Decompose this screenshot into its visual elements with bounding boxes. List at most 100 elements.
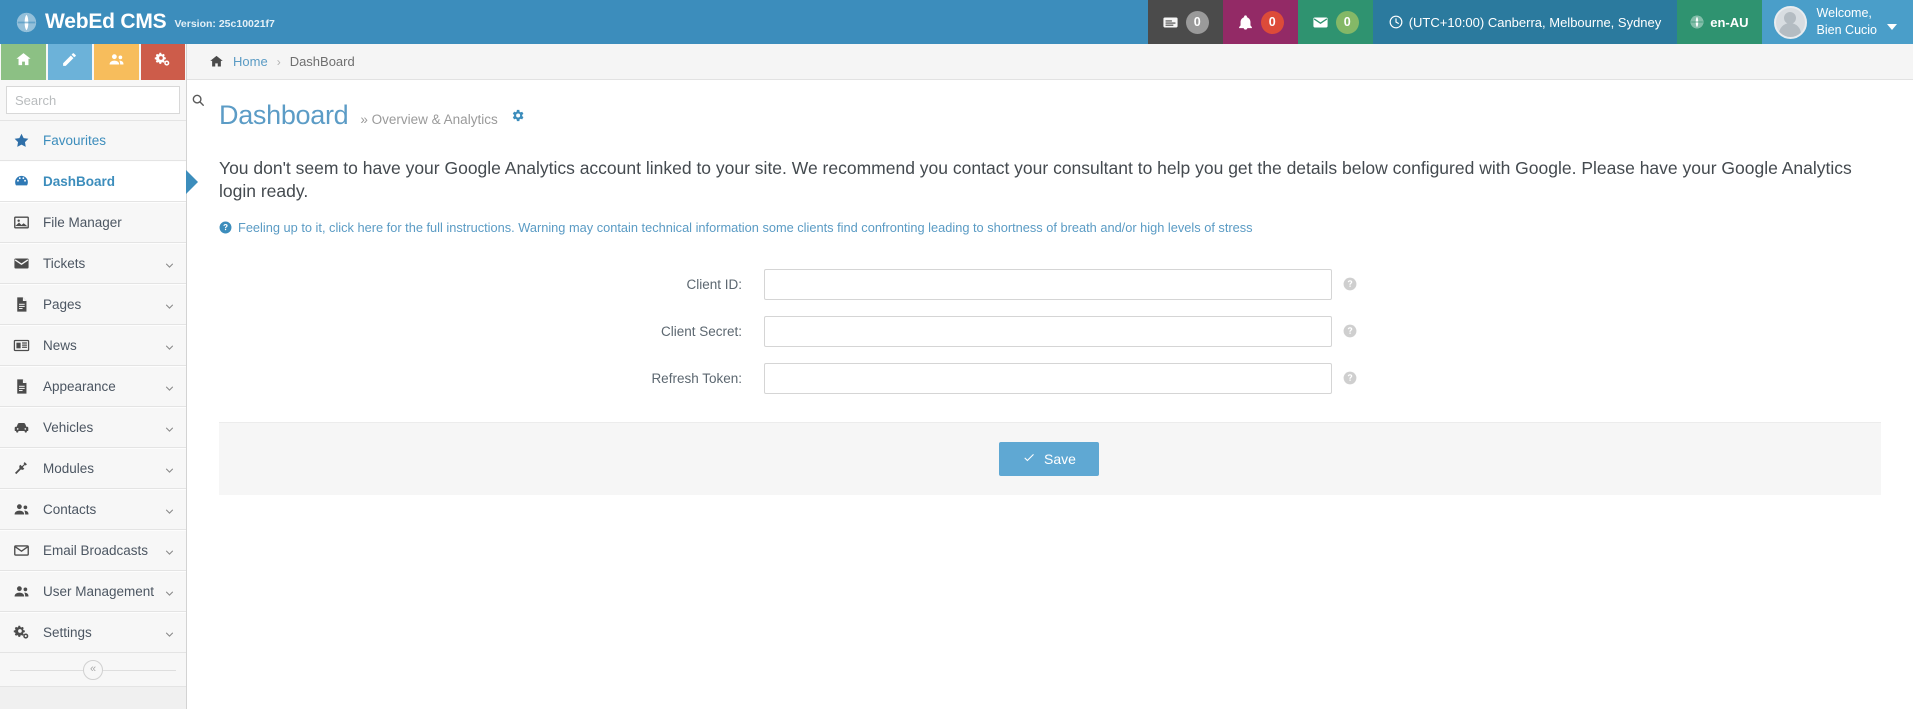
clock-icon [1389, 15, 1403, 29]
sidebar-item-settings[interactable]: Settings [0, 612, 186, 653]
globe-small-icon [1690, 15, 1704, 29]
image-icon [13, 214, 34, 231]
chevron-down-icon[interactable] [164, 627, 175, 638]
page-body: Dashboard » Overview & Analytics You don… [187, 80, 1913, 410]
chevron-down-icon [1887, 24, 1897, 30]
sidebar-item-label: News [43, 338, 164, 353]
search-icon[interactable] [191, 93, 205, 107]
save-panel: Save [219, 422, 1881, 495]
form-row-client-id: Client ID: [219, 269, 1881, 300]
breadcrumb-separator: › [277, 55, 281, 69]
sidebar-item-modules[interactable]: Modules [0, 448, 186, 489]
sidebar-item-user-management[interactable]: User Management [0, 571, 186, 612]
user-greeting: Welcome, [1817, 6, 1872, 20]
check-icon [1022, 451, 1036, 467]
quick-home-button[interactable] [1, 44, 46, 80]
timezone-display[interactable]: (UTC+10:00) Canberra, Melbourne, Sydney [1373, 0, 1678, 44]
sidebar-nav: Favourites DashBoardFile Manager Tickets Pa… [0, 120, 186, 653]
users-icon [13, 583, 34, 600]
quick-settings-button[interactable] [141, 44, 186, 80]
sidebar-item-label: Favourites [43, 133, 175, 148]
plug-icon [13, 460, 34, 477]
sidebar: Favourites DashBoardFile Manager Tickets Pa… [0, 44, 187, 709]
gear-icon[interactable] [510, 108, 525, 123]
cogs-icon [13, 624, 34, 641]
cogs-icon [154, 51, 171, 73]
tasks-button[interactable]: 0 [1148, 0, 1223, 44]
sidebar-item-label: Pages [43, 297, 164, 312]
chevron-down-icon[interactable] [164, 545, 175, 556]
sidebar-item-news[interactable]: News [0, 325, 186, 366]
search-input[interactable] [15, 93, 191, 108]
sidebar-item-vehicles[interactable]: Vehicles [0, 407, 186, 448]
sidebar-item-label: Contacts [43, 502, 164, 517]
sidebar-item-email-broadcasts[interactable]: Email Broadcasts [0, 530, 186, 571]
client-id-label: Client ID: [219, 277, 764, 292]
refresh-token-input[interactable] [764, 363, 1332, 394]
top-header-bar: WebEd CMS Version: 25c10021f7 0 0 0 [0, 0, 1913, 44]
header-spacer [187, 0, 1148, 44]
globe-icon [16, 12, 37, 33]
page-header: Dashboard » Overview & Analytics [219, 100, 1881, 131]
sidebar-item-file-manager[interactable]: File Manager [0, 202, 186, 243]
quick-edit-button[interactable] [48, 44, 93, 80]
sidebar-item-label: Modules [43, 461, 164, 476]
avatar [1774, 6, 1807, 39]
file-icon [13, 296, 34, 313]
sidebar-item-label: Tickets [43, 256, 164, 271]
sidebar-item-favourites[interactable]: Favourites [0, 120, 186, 161]
chevron-down-icon[interactable] [164, 381, 175, 392]
analytics-intro-text: You don't seem to have your Google Analy… [219, 157, 1859, 203]
messages-button[interactable]: 0 [1298, 0, 1373, 44]
sidebar-item-appearance[interactable]: Appearance [0, 366, 186, 407]
user-name: Bien Cucio [1817, 23, 1877, 37]
client-id-help-icon[interactable] [1343, 277, 1357, 291]
notifications-button[interactable]: 0 [1223, 0, 1298, 44]
chevron-down-icon[interactable] [164, 586, 175, 597]
client-id-input[interactable] [764, 269, 1332, 300]
chevron-down-icon[interactable] [164, 299, 175, 310]
save-button[interactable]: Save [999, 442, 1099, 476]
collapse-sidebar-button[interactable]: « [83, 660, 103, 680]
page-subtitle: » Overview & Analytics [360, 112, 497, 127]
user-greeting-block: Welcome, Bien Cucio [1817, 5, 1877, 39]
form-row-client-secret: Client Secret: [219, 316, 1881, 347]
client-secret-input[interactable] [764, 316, 1332, 347]
file-icon [13, 378, 34, 395]
question-circle-icon [219, 221, 232, 234]
car-icon [13, 419, 34, 436]
sidebar-item-tickets[interactable]: Tickets [0, 243, 186, 284]
chevron-down-icon[interactable] [164, 422, 175, 433]
brand-logo[interactable]: WebEd CMS Version: 25c10021f7 [0, 0, 187, 44]
save-button-label: Save [1044, 451, 1076, 467]
sidebar-item-label: Settings [43, 625, 164, 640]
breadcrumb: Home › DashBoard [187, 44, 1913, 80]
sidebar-item-label: Appearance [43, 379, 164, 394]
client-secret-help-icon[interactable] [1343, 324, 1357, 338]
language-label: en-AU [1710, 15, 1748, 30]
chevron-down-icon[interactable] [164, 463, 175, 474]
help-instructions-line: Feeling up to it, click here for the ful… [219, 220, 1881, 235]
messages-count: 0 [1336, 11, 1359, 34]
envelope-icon [1312, 14, 1329, 31]
quick-users-button[interactable] [94, 44, 139, 80]
sidebar-item-contacts[interactable]: Contacts [0, 489, 186, 530]
language-selector[interactable]: en-AU [1677, 0, 1761, 44]
form-row-refresh-token: Refresh Token: [219, 363, 1881, 394]
notifications-count: 0 [1261, 11, 1284, 34]
bell-icon [1237, 14, 1254, 31]
analytics-form: Client ID: Client Secret: Refresh Token: [219, 243, 1881, 394]
chevron-down-icon[interactable] [164, 258, 175, 269]
full-instructions-link[interactable]: Feeling up to it, click here for the ful… [238, 220, 1253, 235]
home-icon [15, 51, 32, 73]
star-icon [13, 132, 34, 149]
newspaper-icon [13, 337, 34, 354]
sidebar-item-dashboard[interactable]: DashBoard [0, 161, 186, 202]
refresh-token-help-icon[interactable] [1343, 371, 1357, 385]
breadcrumb-home-link[interactable]: Home [233, 54, 268, 69]
user-menu[interactable]: Welcome, Bien Cucio [1762, 0, 1913, 44]
sidebar-item-pages[interactable]: Pages [0, 284, 186, 325]
chevron-down-icon[interactable] [164, 340, 175, 351]
chevron-down-icon[interactable] [164, 504, 175, 515]
search-box[interactable] [6, 86, 180, 114]
